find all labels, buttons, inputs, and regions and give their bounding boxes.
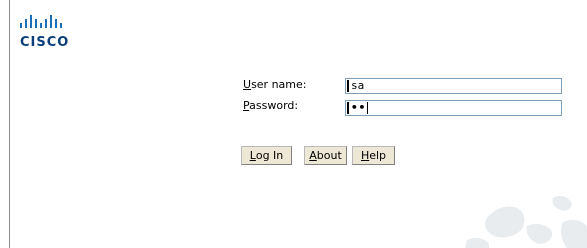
- help-button[interactable]: Help: [352, 146, 395, 165]
- world-map-watermark-icon: [465, 195, 587, 248]
- password-label: Password:: [243, 99, 299, 112]
- cisco-logo-bars-icon: [20, 15, 62, 28]
- username-label: User name:: [243, 78, 307, 91]
- text-caret: [367, 102, 369, 114]
- logo-wordmark: CISCO: [20, 35, 70, 50]
- about-button[interactable]: About: [304, 146, 347, 165]
- cisco-logo: CISCO: [20, 13, 86, 55]
- password-input[interactable]: ••: [345, 100, 562, 116]
- username-input[interactable]: sa: [345, 78, 562, 94]
- left-divider: [9, 0, 10, 248]
- login-button[interactable]: Log In: [241, 146, 292, 165]
